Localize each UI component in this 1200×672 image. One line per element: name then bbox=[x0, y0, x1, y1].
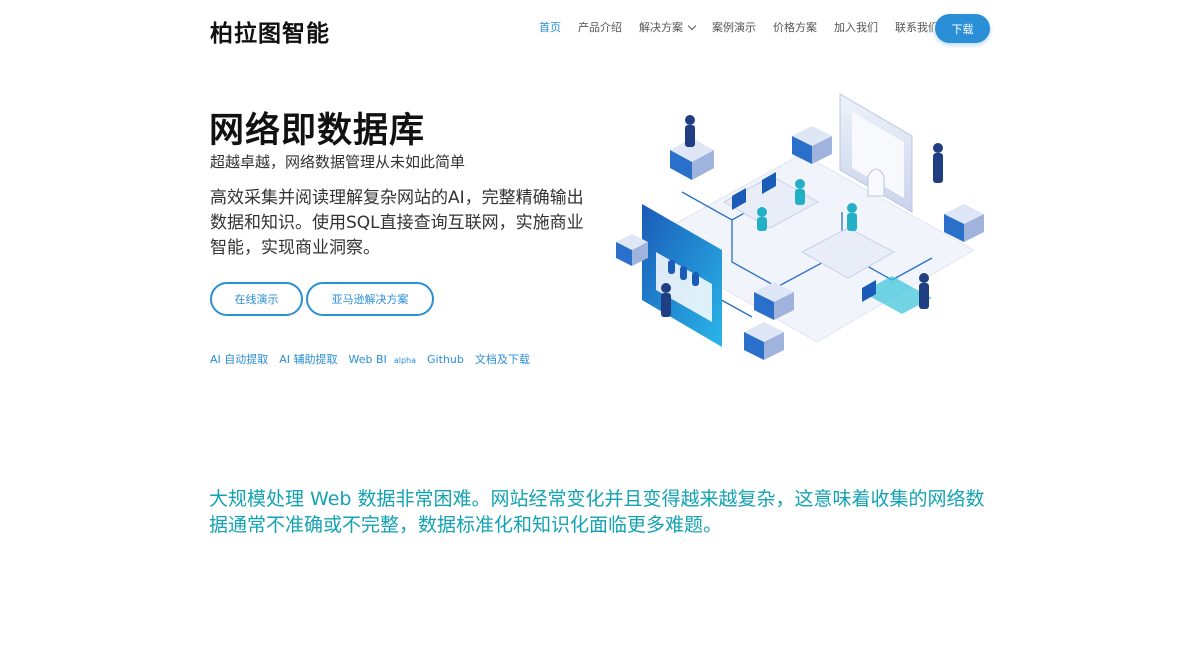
ai-assist-link[interactable]: AI 辅助提取 bbox=[279, 351, 337, 367]
site-header: 柏拉图智能 首页 产品介绍 解决方案 案例演示 价格方案 加入我们 联系我们 下… bbox=[0, 0, 1200, 56]
nav-item-cases[interactable]: 案例演示 bbox=[712, 19, 756, 35]
problem-statement: 大规模处理 Web 数据非常困难。网站经常变化并且变得越来越复杂，这意味着收集的… bbox=[209, 488, 985, 536]
nav-item-pricing[interactable]: 价格方案 bbox=[773, 19, 817, 35]
amazon-solution-button[interactable]: 亚马逊解决方案 bbox=[306, 282, 434, 316]
hero-illustration bbox=[616, 93, 984, 360]
hero-subtitle: 超越卓越，网络数据管理从未如此简单 bbox=[210, 153, 466, 171]
nav-item-label: 产品介绍 bbox=[578, 21, 622, 34]
nav-item-label: 加入我们 bbox=[834, 21, 878, 34]
hero-description: 高效采集并阅读理解复杂网站的AI，完整精确输出数据和知识。使用SQL直接查询互联… bbox=[210, 188, 584, 258]
nav-item-home[interactable]: 首页 bbox=[539, 19, 561, 35]
web-bi-link[interactable]: Web BI bbox=[349, 353, 387, 366]
docs-download-link[interactable]: 文档及下载 bbox=[475, 351, 530, 367]
nav-item-solutions[interactable]: 解决方案 bbox=[639, 19, 697, 35]
nav-item-products[interactable]: 产品介绍 bbox=[578, 19, 622, 35]
nav-item-label: 价格方案 bbox=[773, 21, 817, 34]
hero-title: 网络即数据库 bbox=[209, 111, 426, 151]
nav-item-join[interactable]: 加入我们 bbox=[834, 19, 878, 35]
nav-item-label: 案例演示 bbox=[712, 21, 756, 34]
hero-links: AI 自动提取 AI 辅助提取 Web BI alpha Github 文档及下… bbox=[210, 351, 541, 367]
alpha-badge: alpha bbox=[393, 356, 416, 365]
online-demo-button[interactable]: 在线演示 bbox=[210, 282, 303, 316]
chevron-down-icon bbox=[687, 21, 697, 30]
download-button[interactable]: 下载 bbox=[935, 14, 990, 43]
main-nav: 首页 产品介绍 解决方案 案例演示 价格方案 加入我们 联系我们 bbox=[539, 19, 956, 35]
nav-item-label: 首页 bbox=[539, 21, 561, 34]
site-logo[interactable]: 柏拉图智能 bbox=[210, 14, 330, 48]
github-link[interactable]: Github bbox=[427, 353, 464, 366]
nav-item-label: 联系我们 bbox=[895, 21, 939, 34]
ai-extract-link[interactable]: AI 自动提取 bbox=[210, 351, 268, 367]
nav-item-contact[interactable]: 联系我们 bbox=[895, 19, 939, 35]
nav-item-label: 解决方案 bbox=[639, 21, 683, 34]
